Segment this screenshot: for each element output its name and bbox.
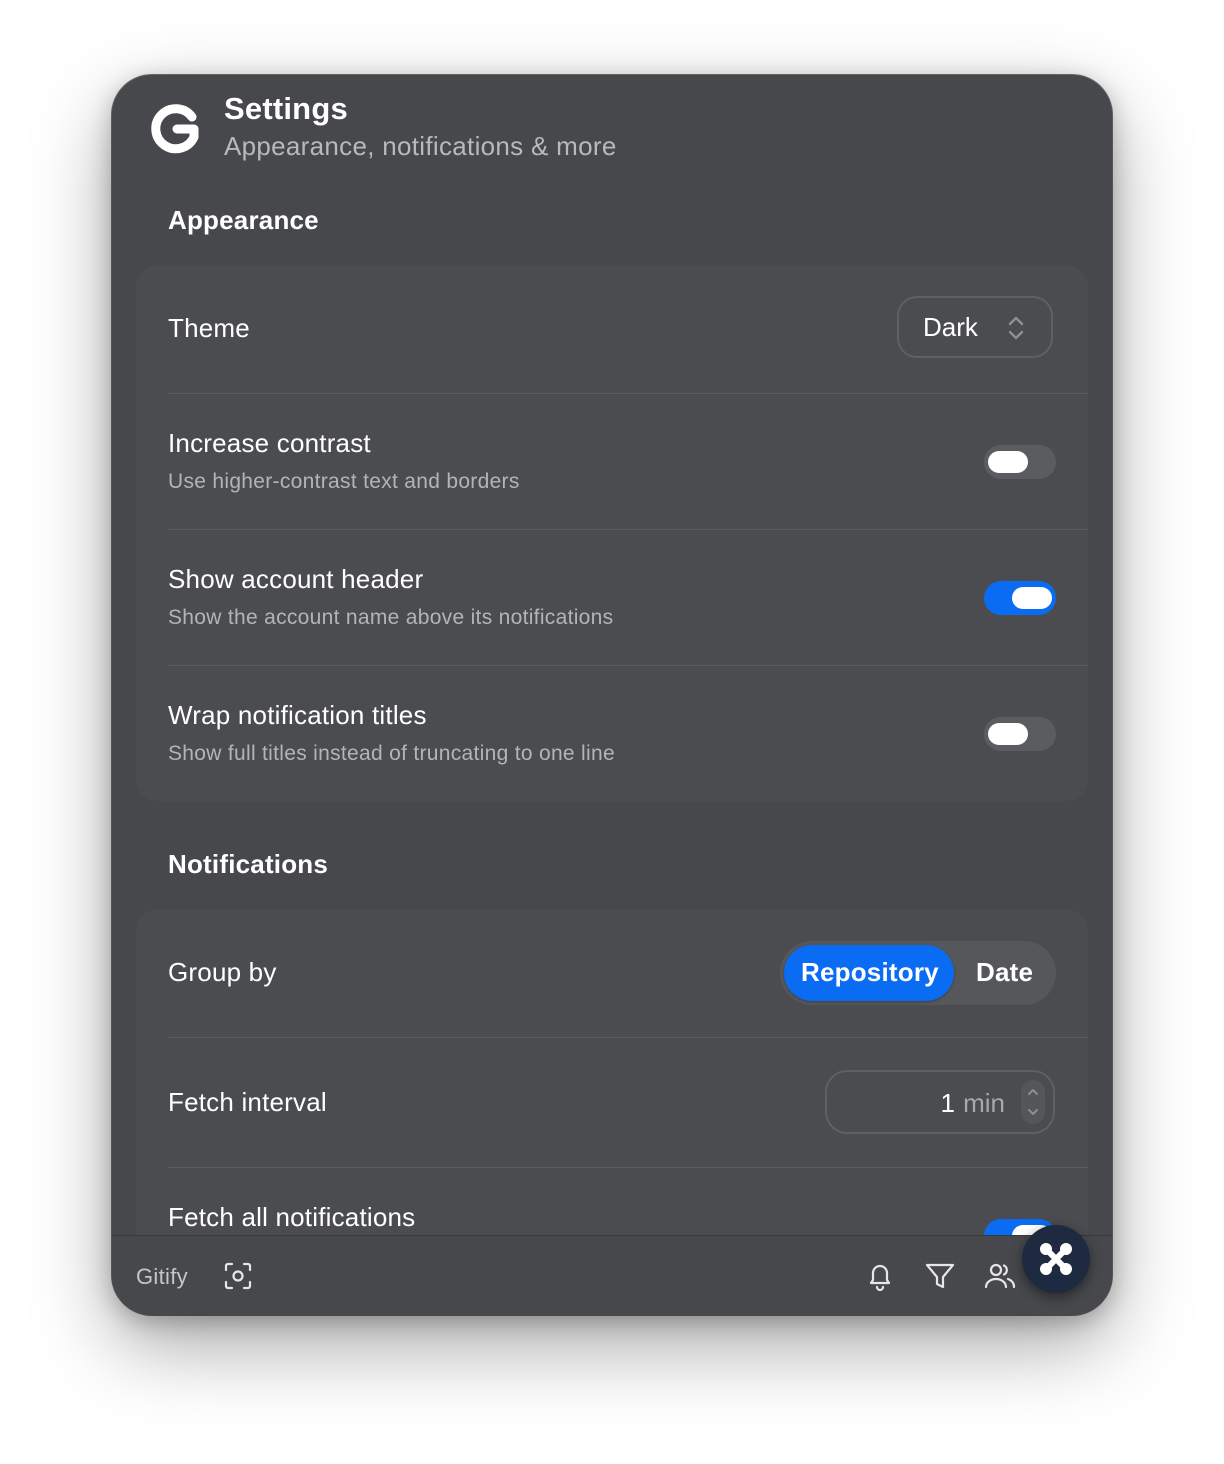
toggle-knob: [988, 723, 1028, 745]
screenshot-icon[interactable]: [220, 1258, 256, 1294]
stepper-chevrons-icon: [1028, 1089, 1038, 1115]
page-subtitle: Appearance, notifications & more: [224, 131, 617, 161]
increase-contrast-description: Use higher-contrast text and borders: [168, 470, 520, 493]
notifications-section-title: Notifications: [168, 849, 329, 879]
theme-select-value: Dark: [923, 312, 978, 342]
fetch-interval-row: Fetch interval 1 min: [168, 1038, 1088, 1167]
theme-label: Theme: [168, 313, 250, 343]
toggle-knob: [988, 451, 1028, 473]
show-account-header-description: Show the account name above its notifica…: [168, 606, 614, 629]
increase-contrast-toggle[interactable]: [984, 445, 1056, 479]
footer-bar: Gitify: [112, 1235, 1112, 1315]
fetch-interval-label: Fetch interval: [168, 1087, 327, 1117]
show-account-header-label: Show account header: [168, 564, 424, 594]
segment-repository[interactable]: Repository: [784, 945, 954, 1001]
fetch-interval-value: 1: [940, 1088, 955, 1118]
fetch-interval-unit: min: [963, 1088, 1005, 1118]
filter-icon[interactable]: [922, 1258, 958, 1294]
increase-contrast-row: Increase contrast Use higher-contrast te…: [168, 394, 1088, 529]
wrap-titles-label: Wrap notification titles: [168, 700, 427, 730]
show-account-header-row: Show account header Show the account nam…: [168, 530, 1088, 665]
fetch-all-row: Fetch all notifications: [168, 1168, 1088, 1235]
appearance-card: Theme Dark Increase contrast Use higher-…: [136, 265, 1088, 801]
chevron-up-down-icon: [1008, 316, 1024, 340]
show-account-header-toggle[interactable]: [984, 581, 1056, 615]
group-by-row: Group by Repository Date: [168, 909, 1088, 1037]
settings-badge-button[interactable]: [1022, 1225, 1090, 1293]
bell-icon[interactable]: [862, 1258, 898, 1294]
group-by-label: Group by: [168, 957, 277, 987]
fetch-interval-stepper[interactable]: 1 min: [825, 1070, 1055, 1134]
group-by-segmented-control: Repository Date: [780, 941, 1056, 1005]
theme-row: Theme Dark: [168, 265, 1088, 393]
settings-header: Settings Appearance, notifications & mor…: [112, 75, 1112, 185]
settings-window: Settings Appearance, notifications & mor…: [112, 75, 1112, 1315]
gitify-logo-icon: [151, 104, 199, 154]
accounts-icon[interactable]: [982, 1258, 1018, 1294]
wrap-titles-row: Wrap notification titles Show full title…: [168, 666, 1088, 801]
segment-date[interactable]: Date: [976, 957, 1033, 988]
appearance-section-title: Appearance: [168, 205, 319, 235]
stepper-arrows[interactable]: [1021, 1080, 1045, 1124]
notifications-card: Group by Repository Date Fetch interval …: [136, 909, 1088, 1235]
settings-badge-icon: [1040, 1243, 1072, 1275]
theme-select[interactable]: Dark: [897, 296, 1053, 358]
wrap-titles-toggle[interactable]: [984, 717, 1056, 751]
toggle-knob: [1012, 587, 1052, 609]
segment-repository-label: Repository: [801, 957, 939, 987]
wrap-titles-description: Show full titles instead of truncating t…: [168, 742, 615, 765]
page-title: Settings: [224, 91, 348, 126]
settings-scroll-area[interactable]: Settings Appearance, notifications & mor…: [112, 75, 1112, 1235]
fetch-all-label: Fetch all notifications: [168, 1202, 416, 1232]
footer-brand-link[interactable]: Gitify: [136, 1264, 188, 1290]
increase-contrast-label: Increase contrast: [168, 428, 371, 458]
